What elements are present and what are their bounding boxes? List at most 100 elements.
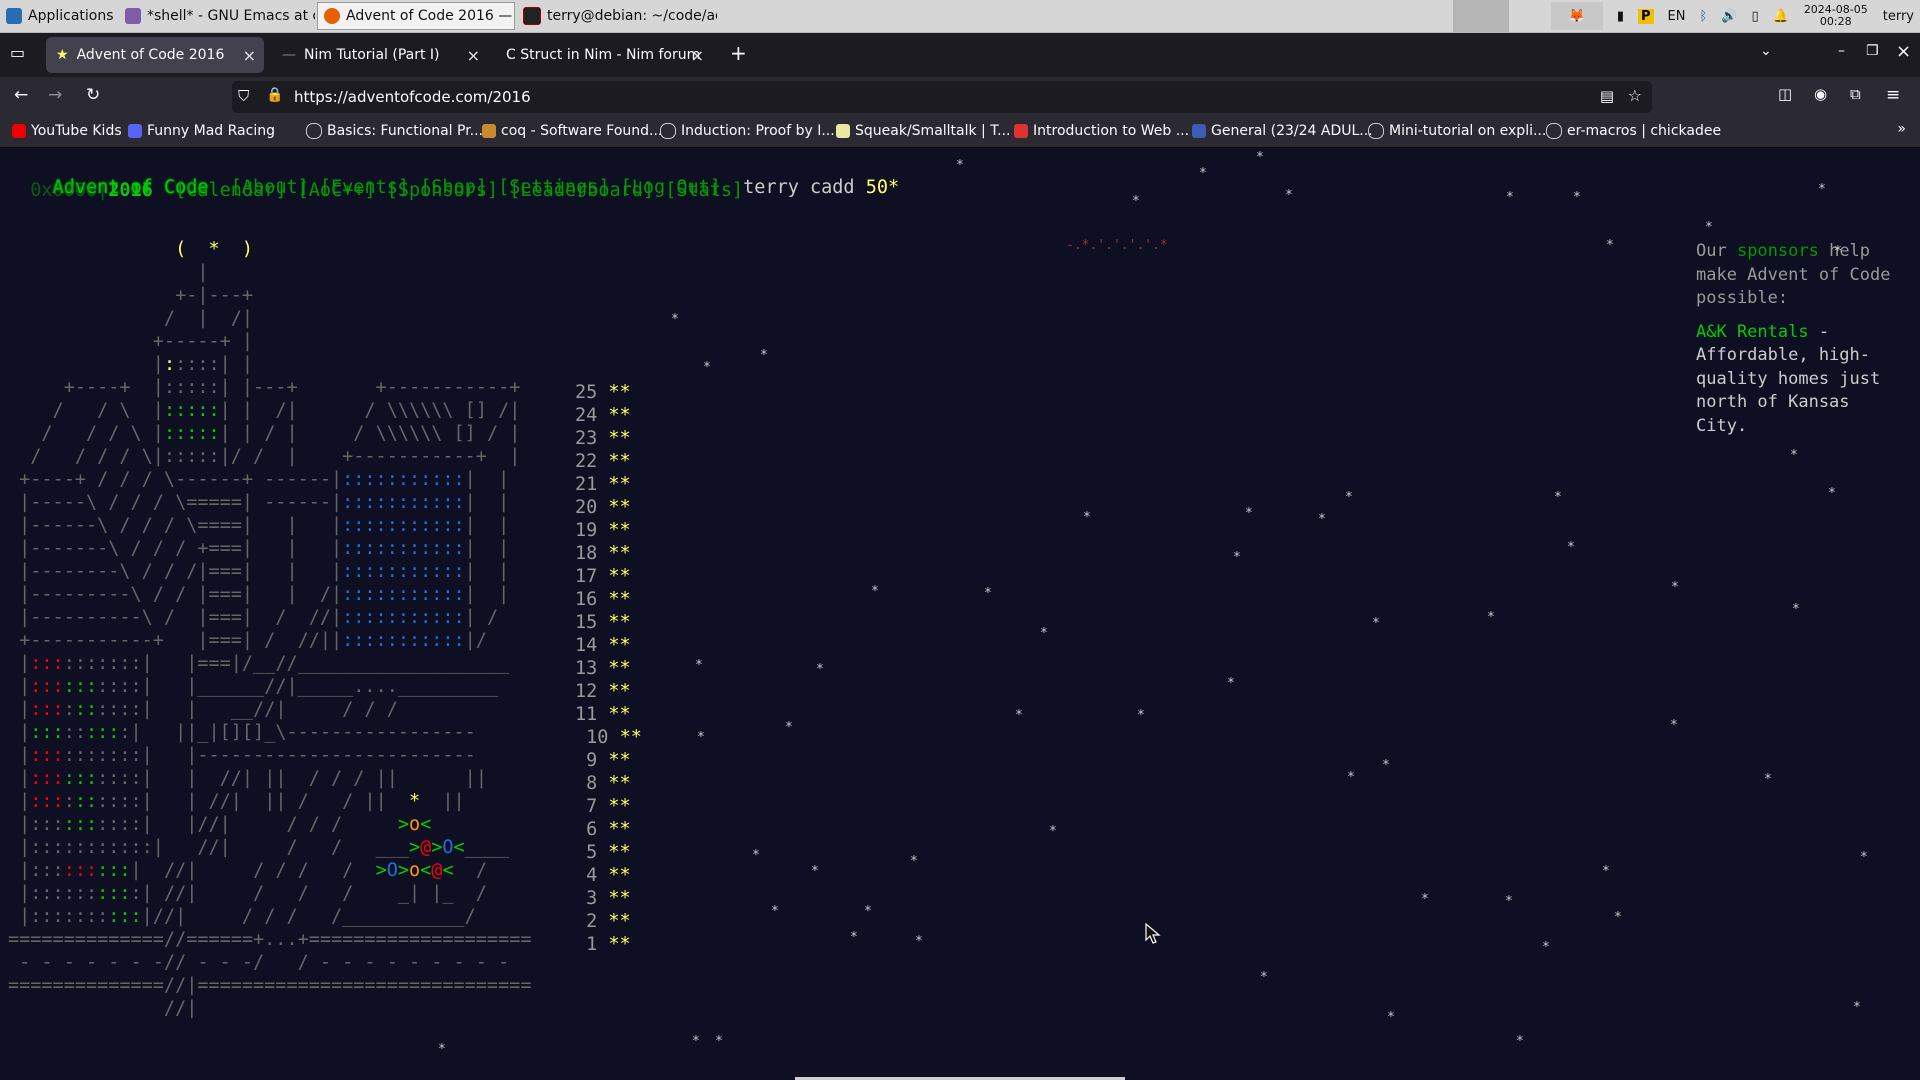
bluetooth-icon[interactable]: ᛒ — [1699, 9, 1707, 24]
day-row[interactable]: 11 ** — [575, 704, 631, 725]
new-tab-button[interactable]: + — [730, 41, 747, 65]
day-row[interactable]: 18 ** — [575, 543, 631, 564]
taskbar-task-terminal[interactable]: terry@debian: ~/code/ad... — [517, 2, 717, 30]
minimize-window-icon[interactable]: – — [1838, 43, 1845, 59]
bookmark-squeak[interactable]: Squeak/Smalltalk | T... — [836, 123, 1010, 139]
applications-menu[interactable]: Applications — [0, 2, 118, 30]
tab-list-icon[interactable]: ▭ — [10, 43, 25, 62]
day-row[interactable]: 2 ** — [575, 911, 631, 932]
nav-sponsors-link[interactable]: [Sponsors] — [387, 180, 498, 201]
sponsor-name-link[interactable]: A&K Rentals — [1696, 322, 1809, 342]
taskbar-task-emacs[interactable]: *shell* - GNU Emacs at de... — [119, 2, 315, 30]
day-row[interactable]: 25 ** — [575, 382, 631, 403]
day-row[interactable]: 7 ** — [575, 796, 631, 817]
aoc-favicon-icon: ★ — [56, 47, 69, 63]
account-icon[interactable]: ◉ — [1814, 85, 1827, 103]
day-row[interactable]: 3 ** — [575, 888, 631, 909]
firefox-tray-icon[interactable]: 🦊 — [1550, 2, 1603, 30]
sponsor-intro: Our sponsors help make Advent of Code po… — [1696, 241, 1891, 308]
os-taskbar: Applications *shell* - GNU Emacs at de..… — [0, 0, 1920, 33]
day-row[interactable]: 1 ** — [575, 934, 631, 955]
xfce-logo-icon — [6, 8, 22, 24]
workspace-pager[interactable] — [1453, 0, 1509, 32]
bookmark-er-macros[interactable]: er-macros | chickadee — [1546, 123, 1721, 139]
day-row[interactable]: 23 ** — [575, 428, 631, 449]
clipboard-icon[interactable]: P — [1637, 8, 1654, 24]
close-tab-icon[interactable]: × — [691, 46, 704, 65]
taskbar-task-firefox[interactable]: Advent of Code 2016 — ... — [317, 2, 515, 30]
nav-calendar-link[interactable]: [Calendar] — [175, 180, 286, 201]
url-text[interactable]: https://adventofcode.com/2016 — [294, 88, 531, 106]
restore-window-icon[interactable]: ❐ — [1866, 43, 1879, 59]
bookmark-youtube-kids[interactable]: YouTube Kids — [12, 123, 122, 139]
bookmark-star-icon[interactable]: ☆ — [1628, 86, 1642, 105]
nav-stats-link[interactable]: [Stats] — [665, 180, 743, 201]
list-all-tabs-chevron-icon[interactable]: ⌄ — [1760, 43, 1772, 59]
tab-nim-forum[interactable]: C Struct in Nim - Nim forum × — [496, 37, 712, 73]
day-row[interactable]: 16 ** — [575, 589, 631, 610]
nav-aocplusplus-link[interactable]: [AoC++] — [298, 180, 376, 201]
reload-icon[interactable]: ↻ — [86, 85, 100, 105]
back-arrow-icon[interactable]: ← — [14, 85, 28, 105]
close-tab-icon[interactable]: × — [467, 46, 480, 65]
squeak-icon — [836, 124, 850, 138]
bookmarks-overflow-chevron-icon[interactable]: » — [1897, 121, 1906, 137]
user-menu[interactable]: terry — [1883, 9, 1914, 24]
notification-bell-icon[interactable]: 🔔 — [1773, 9, 1789, 24]
url-bar[interactable]: ⛉ 🔒 https://adventofcode.com/2016 ▤ ☆ — [232, 81, 1652, 113]
day-row[interactable]: 5 ** — [575, 842, 631, 863]
calendar-ascii-art[interactable]: ( * ) | +-|---+ / | /| +-----+ | |:::::|… — [8, 238, 531, 1020]
teams-icon — [1192, 124, 1206, 138]
clock[interactable]: 2024-08-05 00:28 — [1804, 4, 1868, 28]
bookmark-mini-tutorial[interactable]: Mini-tutorial on expli... — [1368, 123, 1546, 139]
close-tab-icon[interactable]: × — [243, 46, 256, 65]
tab-advent-of-code[interactable]: ★ Advent of Code 2016 × — [46, 37, 264, 73]
day-row[interactable]: 20 ** — [575, 497, 631, 518]
year-link[interactable]: 2016 — [108, 180, 153, 201]
coq-icon — [482, 124, 496, 138]
bookmark-intro-web[interactable]: Introduction to Web ... — [1014, 123, 1189, 139]
volume-icon[interactable]: 🔊 — [1721, 9, 1737, 24]
day-row[interactable]: 24 ** — [575, 405, 631, 426]
day-row[interactable]: 13 ** — [575, 658, 631, 679]
bookmark-funny-mad-racing[interactable]: Funny Mad Racing — [128, 123, 275, 139]
bookmark-basics-functional[interactable]: Basics: Functional Pr... — [306, 123, 483, 139]
day-row[interactable]: 9 ** — [575, 750, 631, 771]
day-row[interactable]: 19 ** — [575, 520, 631, 541]
day-row[interactable]: 14 ** — [575, 635, 631, 656]
day-row[interactable]: 6 ** — [575, 819, 631, 840]
lock-icon[interactable]: 🔒 — [266, 87, 283, 103]
reader-view-icon[interactable]: ▤ — [1600, 87, 1614, 105]
keyboard-layout-indicator[interactable]: EN — [1668, 9, 1686, 24]
forward-arrow-icon[interactable]: → — [48, 85, 62, 105]
nav-leaderboard-link[interactable]: [Leaderboard] — [509, 180, 654, 201]
app-menu-icon[interactable]: ≡ — [1886, 85, 1900, 105]
day-row[interactable]: 17 ** — [575, 566, 631, 587]
globe-icon — [1368, 123, 1384, 139]
globe-icon — [660, 123, 676, 139]
pocket-icon[interactable]: ◫ — [1778, 85, 1792, 103]
day-row[interactable]: 22 ** — [575, 451, 631, 472]
user-name: terry cadd — [743, 177, 855, 198]
day-row[interactable]: 8 ** — [575, 773, 631, 794]
tab-nim-tutorial[interactable]: — Nim Tutorial (Part I) × — [272, 37, 488, 73]
bookmark-general[interactable]: General (23/24 ADUL... — [1192, 123, 1373, 139]
tracking-shield-icon[interactable]: ⛉ — [238, 87, 249, 105]
day-row[interactable]: 4 ** — [575, 865, 631, 886]
emacs-icon — [125, 8, 141, 24]
day-row[interactable]: 12 ** — [575, 681, 631, 702]
day-row[interactable]: 15 ** — [575, 612, 631, 633]
network-icon[interactable]: ▮ — [1617, 9, 1624, 24]
browser-nav-bar: ← → ↻ ⛉ 🔒 https://adventofcode.com/2016 … — [0, 77, 1920, 117]
bookmark-induction[interactable]: Induction: Proof by I... — [660, 123, 835, 139]
extensions-icon[interactable]: ⧉ — [1850, 85, 1861, 103]
sponsors-link[interactable]: sponsors — [1737, 241, 1819, 261]
close-window-icon[interactable]: × — [1896, 41, 1911, 62]
terminal-icon — [523, 7, 541, 25]
bookmark-coq[interactable]: coq - Software Found... — [482, 123, 662, 139]
day-row[interactable]: 10 ** — [575, 727, 642, 748]
nim-favicon-icon: — — [282, 47, 296, 63]
battery-icon[interactable]: ▯ — [1751, 9, 1758, 24]
aoc-header-row-2: 0x0000|2016 [Calendar] [AoC++] [Sponsors… — [8, 180, 743, 222]
day-row[interactable]: 21 ** — [575, 474, 631, 495]
